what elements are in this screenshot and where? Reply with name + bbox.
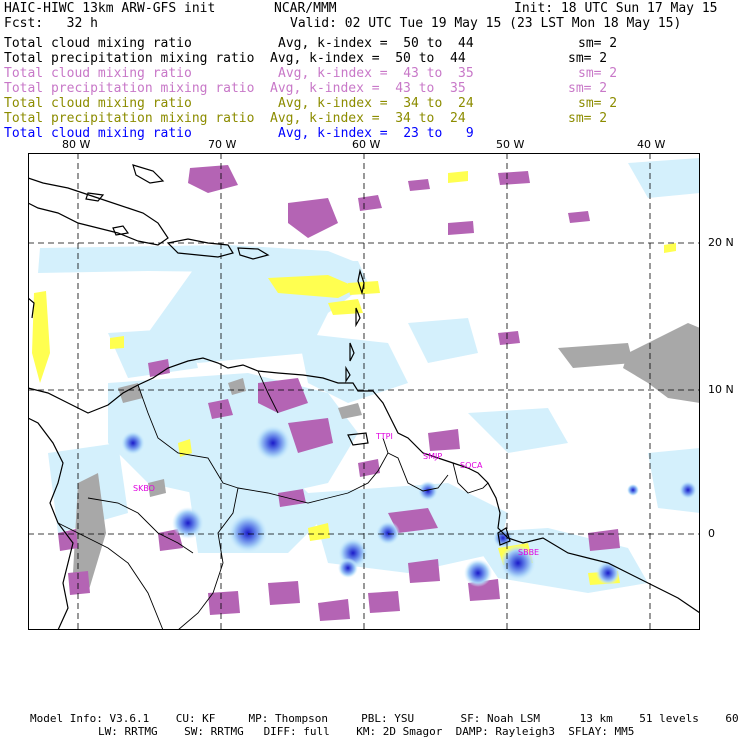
legend-label: Total precipitation mixing ratio <box>4 51 255 66</box>
legend-smoothing: sm= 2 <box>578 96 618 111</box>
lon-label-60w: 60 W <box>352 138 381 151</box>
legend-smoothing: sm= 2 <box>568 111 608 126</box>
lon-label-40w: 40 W <box>637 138 666 151</box>
station-label: SBBE <box>518 548 540 557</box>
legend-range: Avg, k-index = 34 to 24 <box>270 111 466 126</box>
light-cloud-field <box>38 158 700 593</box>
plot-title: HAIC-HIWC 13km ARW-GFS init <box>4 1 216 16</box>
lat-label-20n: 20 N <box>708 236 734 249</box>
legend-label: Total cloud mixing ratio <box>4 96 192 111</box>
legend-range: Avg, k-index = 50 to 44 <box>278 36 474 51</box>
lat-label-0: 0 <box>708 527 715 540</box>
organization-label: NCAR/MMM <box>274 1 337 16</box>
model-info-line1: Model Info: V3.6.1 CU: KF MP: Thompson P… <box>30 712 740 725</box>
legend-smoothing: sm= 2 <box>568 51 608 66</box>
lon-label-50w: 50 W <box>496 138 525 151</box>
legend-label: Total cloud mixing ratio <box>4 126 192 141</box>
legend-smoothing: sm= 2 <box>568 81 608 96</box>
legend-label: Total cloud mixing ratio <box>4 66 192 81</box>
legend-smoothing: sm= 2 <box>578 36 618 51</box>
legend-range: Avg, k-index = 43 to 35 <box>270 81 466 96</box>
legend-label: Total cloud mixing ratio <box>4 36 192 51</box>
forecast-hour: Fcst: 32 h <box>4 16 98 31</box>
station-label: SMJP <box>423 452 443 461</box>
legend-label: Total precipitation mixing ratio <box>4 111 255 126</box>
legend-range: Avg, k-index = 43 to 35 <box>278 66 474 81</box>
legend-smoothing: sm= 2 <box>578 66 618 81</box>
station-label: SKBO <box>133 484 155 493</box>
station-label: TTPI <box>376 432 393 441</box>
lat-label-10n: 10 N <box>708 383 734 396</box>
valid-time: Valid: 02 UTC Tue 19 May 15 (23 LST Mon … <box>290 16 682 31</box>
legend-range: Avg, k-index = 34 to 24 <box>278 96 474 111</box>
legend-label: Total precipitation mixing ratio <box>4 81 255 96</box>
legend-range: Avg, k-index = 50 to 44 <box>270 51 466 66</box>
map-panel <box>28 153 700 630</box>
init-time: Init: 18 UTC Sun 17 May 15 <box>514 1 718 16</box>
model-info-line2: LW: RRTMG SW: RRTMG DIFF: full KM: 2D Sm… <box>98 725 635 738</box>
station-label: SOCA <box>460 461 483 470</box>
lon-label-70w: 70 W <box>208 138 237 151</box>
lon-label-80w: 80 W <box>62 138 91 151</box>
